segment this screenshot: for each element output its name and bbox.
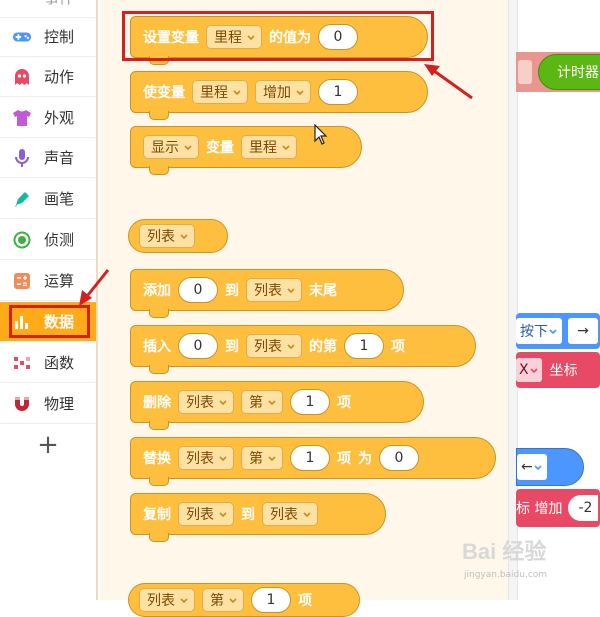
position-dropdown[interactable]: 第 (241, 446, 283, 470)
chevron-down-icon (534, 465, 542, 471)
chevron-down-icon (229, 598, 237, 604)
chevron-down-icon (282, 145, 290, 151)
chevron-down-icon (549, 329, 557, 335)
category-sensing[interactable]: 侦测 (0, 220, 96, 260)
category-sound[interactable]: 声音 (0, 138, 96, 178)
chevron-down-icon (530, 368, 538, 374)
index-input[interactable]: 1 (251, 587, 291, 613)
operation-dropdown[interactable]: 增加 (255, 80, 311, 104)
list-dropdown[interactable]: 列表 (262, 502, 318, 526)
list-dropdown[interactable]: 列表 (139, 588, 195, 612)
chevron-down-icon (184, 145, 192, 151)
list-dropdown[interactable]: 列表 (178, 446, 234, 470)
category-label: 函数 (44, 354, 75, 372)
pen-icon (12, 189, 32, 209)
category-physics[interactable]: 物理 (0, 384, 96, 424)
chevron-down-icon (268, 400, 276, 406)
category-motion[interactable]: 动作 (0, 57, 96, 97)
list-dropdown[interactable]: 列表 (178, 502, 234, 526)
direction-dropdown[interactable]: ← (517, 454, 547, 480)
category-label: 数据 (44, 313, 75, 331)
category-functions[interactable]: 函数 (0, 343, 96, 383)
variable-dropdown[interactable]: 里程 (192, 80, 248, 104)
coordinate-block[interactable]: X 坐标 (516, 352, 600, 388)
block-list-reporter[interactable]: 列表 (128, 219, 228, 253)
category-control[interactable]: 控制 (0, 17, 96, 57)
chevron-down-icon (219, 456, 227, 462)
chevron-down-icon (268, 456, 276, 462)
timer-reporter-block[interactable]: 计时器 (538, 54, 600, 90)
axis-dropdown[interactable]: X (516, 358, 542, 382)
value-input[interactable]: -2 (568, 495, 599, 521)
block-copy-list[interactable]: 复制 列表 到 列表 (130, 493, 386, 542)
index-input[interactable]: 1 (290, 389, 330, 415)
value-input[interactable]: 1 (318, 79, 358, 105)
chevron-down-icon (219, 400, 227, 406)
block-list-item-reporter[interactable]: 列表 第 1 项 (128, 583, 360, 617)
category-sidebar: 事件 控制 动作 外观 声音 画笔 侦测 (0, 0, 98, 600)
gamepad-icon (12, 27, 32, 47)
key-dropdown[interactable]: 按下 (516, 318, 562, 344)
calculator-icon (12, 271, 32, 291)
block-set-variable[interactable]: 设置变量 里程 的值为 0 (130, 16, 428, 65)
index-input[interactable]: 1 (290, 445, 330, 471)
list-dropdown[interactable]: 列表 (139, 224, 195, 248)
direction-reporter-block[interactable]: ← (516, 448, 584, 486)
chevron-down-icon (296, 90, 304, 96)
chevron-down-icon (247, 35, 255, 41)
add-category-button[interactable]: + (0, 425, 96, 465)
position-dropdown[interactable]: 第 (202, 588, 244, 612)
chevron-down-icon (180, 598, 188, 604)
value-input[interactable]: 0 (379, 445, 419, 471)
list-dropdown[interactable]: 列表 (246, 278, 302, 302)
index-input[interactable]: 1 (344, 333, 384, 359)
key-pressed-block[interactable]: 按下 → (516, 313, 600, 349)
position-dropdown[interactable]: 第 (241, 390, 283, 414)
list-dropdown[interactable]: 列表 (178, 390, 234, 414)
category-pen[interactable]: 画笔 (0, 179, 96, 219)
variable-dropdown[interactable]: 里程 (241, 135, 297, 159)
microphone-icon (12, 148, 32, 168)
category-data[interactable]: 数据 (0, 302, 96, 342)
block-insert-into-list[interactable]: 插入 0 到 列表 的第 1 项 (130, 325, 476, 374)
category-label: 动作 (44, 68, 75, 86)
category-label: 运算 (44, 272, 75, 290)
block-replace-in-list[interactable]: 替换 列表 第 1 项 为 0 (130, 437, 496, 486)
value-input[interactable]: 0 (178, 333, 218, 359)
target-icon (12, 230, 32, 250)
value-input[interactable]: 0 (318, 24, 358, 50)
watermark-site: jingyan.baidu.com (464, 570, 548, 580)
list-dropdown[interactable]: 列表 (246, 334, 302, 358)
category-label: 侦测 (44, 231, 75, 249)
variable-dropdown[interactable]: 里程 (206, 25, 262, 49)
category-label: 画笔 (44, 190, 75, 208)
chevron-down-icon (287, 288, 295, 294)
value-input[interactable]: 0 (178, 277, 218, 303)
category-looks[interactable]: 外观 (0, 98, 96, 138)
chevron-down-icon (233, 90, 241, 96)
change-coordinate-block[interactable]: 标 增加 -2 (516, 489, 600, 527)
block-delete-from-list[interactable]: 删除 列表 第 1 项 (130, 381, 424, 430)
ghost-icon (12, 67, 32, 87)
block-change-variable[interactable]: 使变量 里程 增加 1 (130, 71, 428, 120)
category-partial[interactable]: 事件 (0, 0, 96, 18)
category-operators[interactable]: 运算 (0, 261, 96, 301)
watermark-logo: Bai 经验 (462, 539, 547, 564)
arrow-key-dropdown[interactable]: → (568, 318, 598, 344)
show-hide-dropdown[interactable]: 显示 (143, 135, 199, 159)
category-label: 物理 (44, 395, 75, 413)
bar-chart-icon (12, 312, 32, 332)
magnet-icon (12, 394, 32, 414)
category-label: 外观 (44, 109, 75, 127)
block-add-to-list[interactable]: 添加 0 到 列表 末尾 (130, 269, 404, 318)
chevron-down-icon (287, 344, 295, 350)
category-label: 控制 (44, 28, 75, 46)
chevron-down-icon (180, 234, 188, 240)
chevron-down-icon (219, 512, 227, 518)
function-icon (12, 353, 32, 373)
category-label: 声音 (44, 149, 75, 167)
shirt-icon (12, 108, 32, 128)
chevron-down-icon (303, 512, 311, 518)
mouse-cursor-icon (314, 124, 328, 145)
